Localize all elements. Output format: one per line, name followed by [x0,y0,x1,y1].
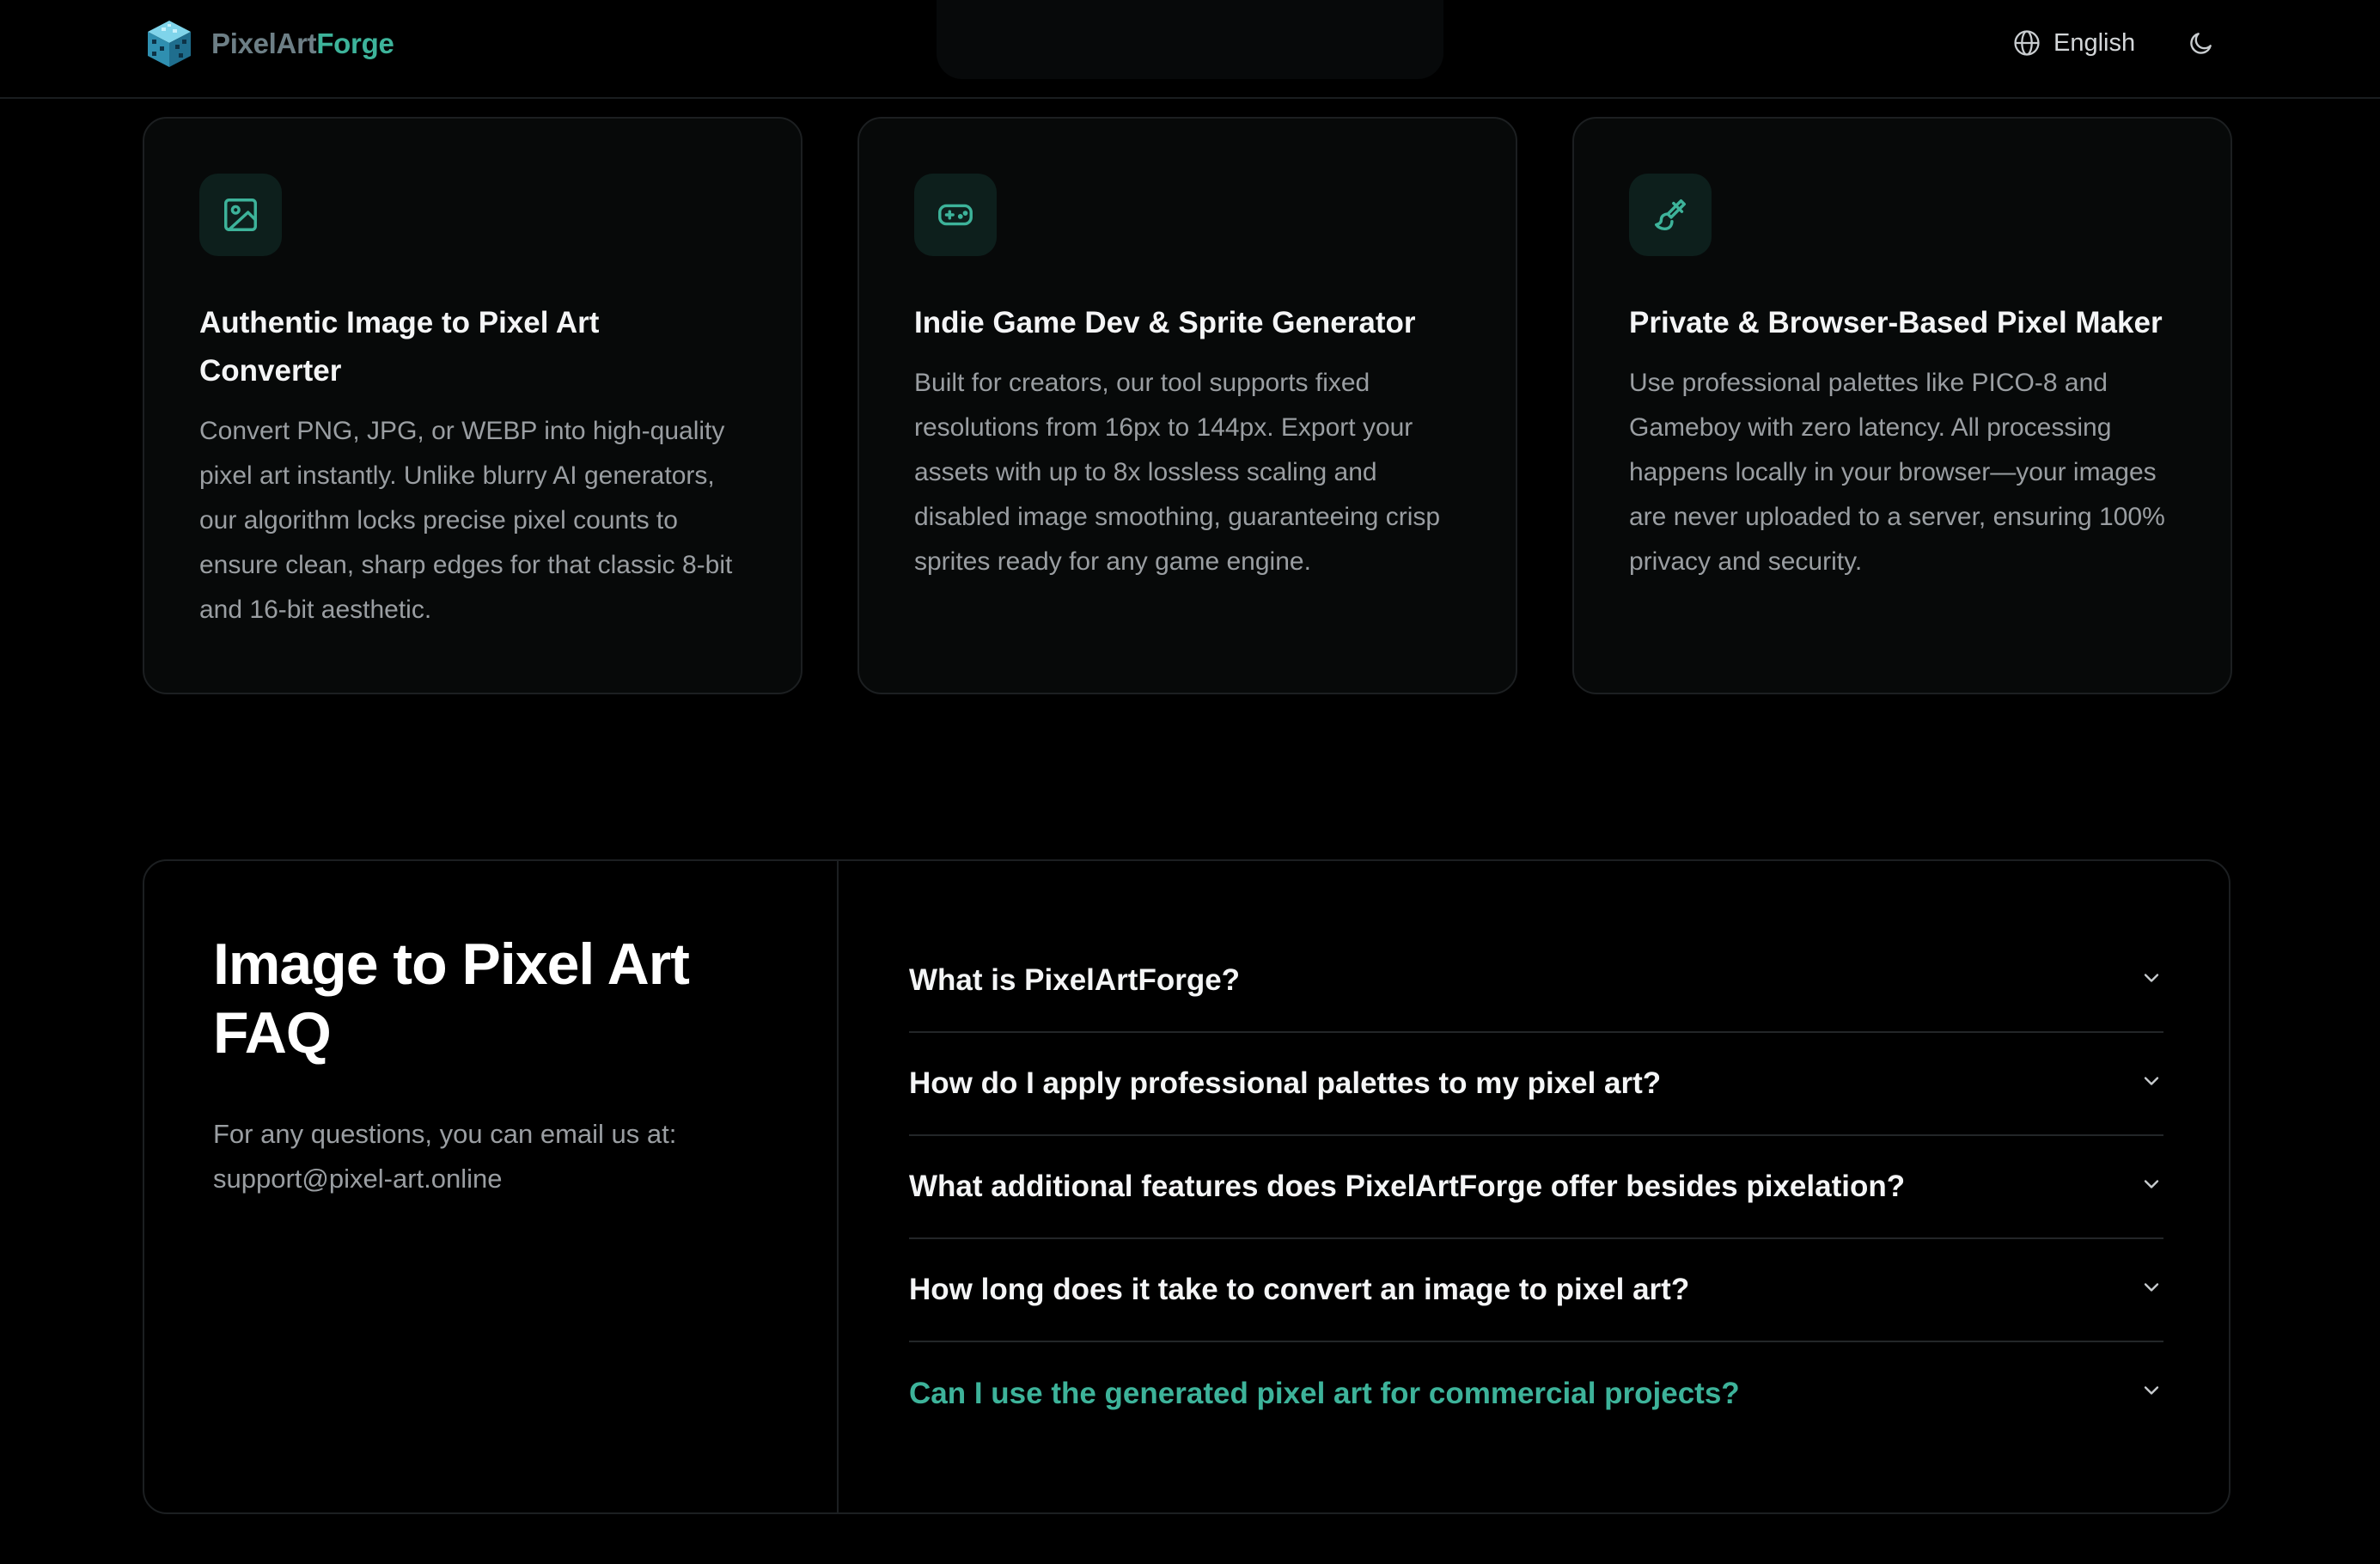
feature-title: Indie Game Dev & Sprite Generator [914,306,1416,339]
brand-logo-link[interactable]: PixelArtForge [144,17,394,70]
moon-icon [2190,33,2212,54]
faq-question: What additional features does PixelArtFo… [909,1170,1906,1203]
feature-description: Built for creators, our tool supports fi… [914,369,1441,576]
faq-contact-note: For any questions, you can email us at: … [213,1112,763,1201]
chevron-down-icon [2144,1386,2159,1395]
feature-card-sprite-generator: Indie Game Dev & Sprite Generator Built … [857,117,1517,694]
faq-accordion: What is PixelArtForge? How do I apply pr… [909,930,2163,1445]
chevron-down-icon [2144,1180,2159,1188]
top-navbar: PixelArtForge English [0,0,2380,99]
feature-card-private-maker: Private & Browser-Based Pixel Maker Use … [1572,117,2232,694]
language-label: English [2054,28,2136,57]
faq-item[interactable]: What is PixelArtForge? [909,930,2163,1033]
language-selector[interactable]: English [2012,26,2135,60]
paintbrush-icon [1654,199,1687,231]
faq-item[interactable]: How do I apply professional palettes to … [909,1033,2163,1136]
brand-name-part1: PixelArt [211,27,317,59]
faq-intro: Image to Pixel Art FAQ For any questions… [144,861,839,1512]
faq-question: How do I apply professional palettes to … [909,1066,1662,1100]
feature-title: Authentic Image to Pixel Art Converter [199,306,600,388]
chevron-down-icon [2144,1283,2159,1292]
faq-contact-text: For any questions, you can email us at: [213,1119,677,1149]
globe-icon [2014,30,2040,56]
feature-icon-tile [199,174,282,256]
gamepad-icon [938,204,973,226]
feature-icon-tile [1629,174,1712,256]
cube-logo-icon [148,21,191,67]
image-icon [224,199,257,231]
chevron-down-icon [2144,974,2159,982]
support-email-link[interactable]: support@pixel-art.online [213,1157,763,1201]
faq-item[interactable]: What additional features does PixelArtFo… [909,1136,2163,1239]
faq-question: Can I use the generated pixel art for co… [909,1377,1740,1410]
feature-card-converter: Authentic Image to Pixel Art Converter C… [143,117,802,694]
feature-description: Use professional palettes like PICO-8 an… [1629,369,2165,576]
feature-description: Convert PNG, JPG, or WEBP into high-qual… [199,417,733,624]
faq-question: What is PixelArtForge? [909,963,1241,997]
chevron-down-icon [2144,1077,2159,1085]
faq-section: Image to Pixel Art FAQ For any questions… [143,859,2230,1514]
header-backdrop [937,0,1443,79]
faq-item[interactable]: Can I use the generated pixel art for co… [909,1342,2163,1445]
faq-item[interactable]: How long does it take to convert an imag… [909,1239,2163,1342]
feature-icon-tile [914,174,997,256]
faq-title: Image to Pixel Art FAQ [213,932,690,1066]
faq-question: How long does it take to convert an imag… [909,1273,1690,1306]
brand-name-part2: Forge [316,27,394,59]
brand-name: PixelArtForge [211,27,394,60]
feature-title: Private & Browser-Based Pixel Maker [1629,306,2163,339]
theme-toggle-button[interactable] [2184,26,2218,60]
